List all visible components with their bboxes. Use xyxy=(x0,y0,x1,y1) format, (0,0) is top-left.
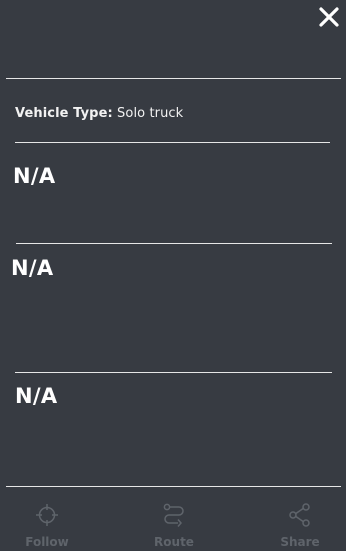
bottom-nav: Follow Route Share xyxy=(0,488,346,551)
close-icon xyxy=(318,6,340,28)
follow-label: Follow xyxy=(25,535,69,549)
close-button[interactable] xyxy=(318,6,340,28)
vehicle-type-row: Vehicle Type: Solo truck xyxy=(15,106,183,121)
top-divider xyxy=(6,78,341,79)
section-divider xyxy=(16,243,332,244)
section-value: N/A xyxy=(15,384,58,408)
vehicle-type-label: Vehicle Type: xyxy=(15,106,113,121)
section-value: N/A xyxy=(13,164,56,188)
share-button[interactable]: Share xyxy=(265,488,335,551)
share-icon xyxy=(287,502,313,528)
crosshair-icon xyxy=(34,502,60,528)
section-divider xyxy=(15,372,332,373)
section-divider xyxy=(15,142,330,143)
bottom-divider xyxy=(6,486,341,487)
route-label: Route xyxy=(154,535,194,549)
route-button[interactable]: Route xyxy=(139,488,209,551)
vehicle-type-value: Solo truck xyxy=(117,106,184,121)
follow-button[interactable]: Follow xyxy=(12,488,82,551)
share-label: Share xyxy=(280,535,320,549)
section-value: N/A xyxy=(11,256,54,280)
route-icon xyxy=(161,502,187,528)
